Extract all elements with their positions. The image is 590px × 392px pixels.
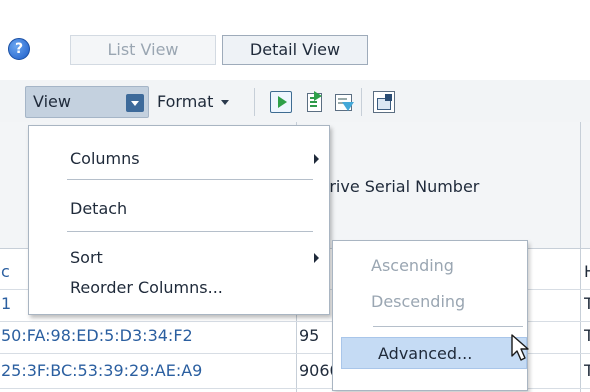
detach-icon[interactable] [373,91,395,113]
menu-item-reorder-columns[interactable]: Reorder Columns... [29,273,329,303]
format-menu-button[interactable]: Format [155,86,230,118]
column-header-drive-serial-number[interactable]: Drive Serial Number [317,177,479,196]
menu-item-sort[interactable]: Sort [29,243,329,273]
table-cell: H [584,255,590,289]
filter-icon[interactable] [333,91,355,113]
menu-separator [67,179,313,180]
table-cell: T [584,294,590,313]
export-icon[interactable] [303,91,325,113]
submenu-arrow-icon [314,253,319,263]
sort-submenu: Ascending Descending Advanced... [332,240,528,391]
format-menu-label: Format [157,92,214,111]
toolbar-separator [361,88,362,116]
menu-separator [373,326,523,327]
menu-item-advanced[interactable]: Advanced... [341,337,527,369]
submenu-arrow-icon [314,154,319,164]
list-view-button[interactable]: List View [70,35,216,65]
chevron-down-icon [221,100,230,105]
view-menu-button[interactable]: View [25,86,149,118]
toolbar-separator [254,88,255,116]
table-cell: T [584,361,590,380]
table-cell: T [584,326,590,345]
detail-view-button[interactable]: Detail View [222,35,368,65]
view-menu-label: View [33,92,71,111]
menu-item-columns[interactable]: Columns [29,144,329,174]
run-icon[interactable] [270,91,292,113]
table-cell: 25:3F:BC:53:39:29:AE:A9 [1,361,203,380]
menu-item-label: Sort [70,248,103,267]
table-cell: 50:FA:98:ED:5:D3:34:F2 [1,326,193,345]
chevron-down-icon [126,94,144,112]
menu-separator [67,231,313,232]
mouse-cursor-icon [511,334,529,361]
help-icon[interactable]: ? [8,38,30,60]
menu-item-ascending: Ascending [371,256,454,275]
menu-item-label: Columns [70,149,140,168]
menu-item-descending: Descending [371,292,466,311]
menu-item-detach[interactable]: Detach [29,194,329,224]
view-dropdown-menu: Columns Detach Sort Reorder Columns... [28,125,330,315]
help-glyph: ? [14,41,24,57]
